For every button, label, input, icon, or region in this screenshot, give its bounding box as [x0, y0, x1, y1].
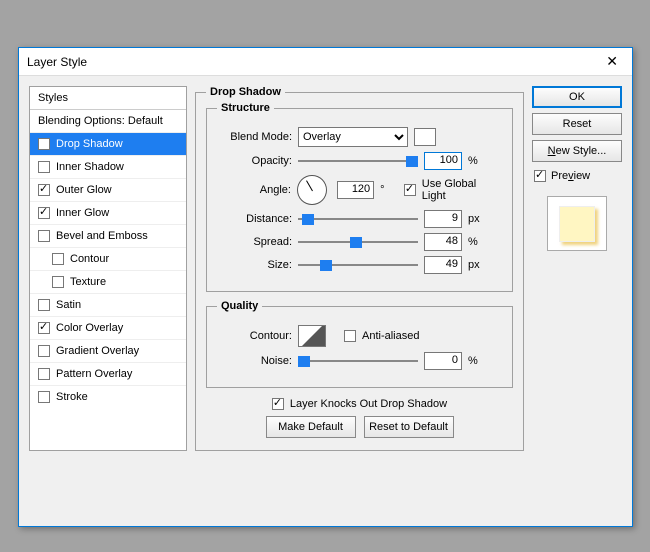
distance-label: Distance:: [217, 213, 292, 225]
reset-default-button[interactable]: Reset to Default: [364, 416, 454, 438]
checkbox-icon[interactable]: [52, 253, 64, 265]
styles-header[interactable]: Styles: [30, 87, 186, 110]
size-unit: px: [468, 259, 486, 271]
checkbox-icon[interactable]: [38, 368, 50, 380]
angle-input[interactable]: 120: [337, 181, 375, 199]
blend-mode-label: Blend Mode:: [217, 131, 292, 143]
main-area: Drop Shadow Structure Blend Mode: Overla…: [195, 86, 524, 451]
window-title: Layer Style: [27, 55, 87, 69]
preview-swatch: [547, 196, 607, 251]
checkbox-icon[interactable]: [38, 161, 50, 173]
noise-label: Noise:: [217, 355, 292, 367]
style-row-contour[interactable]: Contour: [30, 248, 186, 271]
spread-unit: %: [468, 236, 486, 248]
checkbox-icon[interactable]: [38, 322, 50, 334]
angle-dial[interactable]: [297, 175, 327, 205]
preview-checkbox[interactable]: [534, 170, 546, 182]
style-row-bevel-emboss[interactable]: Bevel and Emboss: [30, 225, 186, 248]
checkbox-icon[interactable]: [38, 138, 50, 150]
style-row-inner-glow[interactable]: Inner Glow: [30, 202, 186, 225]
angle-label: Angle:: [217, 184, 291, 196]
color-swatch[interactable]: [414, 128, 436, 146]
checkbox-icon[interactable]: [38, 207, 50, 219]
style-row-pattern-overlay[interactable]: Pattern Overlay: [30, 363, 186, 386]
global-light-checkbox[interactable]: [404, 184, 416, 196]
angle-unit: °: [380, 184, 398, 196]
knockout-checkbox[interactable]: [272, 398, 284, 410]
style-row-gradient-overlay[interactable]: Gradient Overlay: [30, 340, 186, 363]
distance-slider[interactable]: [298, 212, 418, 226]
blend-mode-select[interactable]: Overlay: [298, 127, 408, 147]
preview-inner: [559, 206, 595, 242]
style-row-drop-shadow[interactable]: Drop Shadow: [30, 133, 186, 156]
ok-button[interactable]: OK: [532, 86, 622, 108]
style-row-color-overlay[interactable]: Color Overlay: [30, 317, 186, 340]
global-light-label: Use Global Light: [422, 178, 502, 202]
titlebar: Layer Style ✕: [19, 48, 632, 76]
structure-legend: Structure: [217, 102, 274, 114]
noise-unit: %: [468, 355, 486, 367]
opacity-unit: %: [468, 155, 486, 167]
checkbox-icon[interactable]: [38, 184, 50, 196]
style-row-stroke[interactable]: Stroke: [30, 386, 186, 408]
style-row-outer-glow[interactable]: Outer Glow: [30, 179, 186, 202]
knockout-label: Layer Knocks Out Drop Shadow: [290, 398, 447, 410]
checkbox-icon[interactable]: [38, 391, 50, 403]
checkbox-icon[interactable]: [38, 299, 50, 311]
spread-slider[interactable]: [298, 235, 418, 249]
size-slider[interactable]: [298, 258, 418, 272]
checkbox-icon[interactable]: [38, 230, 50, 242]
spread-label: Spread:: [217, 236, 292, 248]
checkbox-icon[interactable]: [38, 345, 50, 357]
distance-unit: px: [468, 213, 486, 225]
spread-input[interactable]: 48: [424, 233, 462, 251]
right-column: OK Reset New Style... Preview: [532, 86, 622, 451]
layer-style-dialog: Layer Style ✕ Styles Blending Options: D…: [18, 47, 633, 527]
preview-label: Preview: [551, 170, 590, 182]
style-row-satin[interactable]: Satin: [30, 294, 186, 317]
style-row-texture[interactable]: Texture: [30, 271, 186, 294]
styles-panel: Styles Blending Options: Default Drop Sh…: [29, 86, 187, 451]
quality-group: Quality Contour: Anti-aliased Noise: 0 %: [206, 300, 513, 388]
reset-button[interactable]: Reset: [532, 113, 622, 135]
anti-aliased-label: Anti-aliased: [362, 330, 419, 342]
style-row-blending-options[interactable]: Blending Options: Default: [30, 110, 186, 133]
noise-slider[interactable]: [298, 354, 418, 368]
contour-label: Contour:: [217, 330, 292, 342]
make-default-button[interactable]: Make Default: [266, 416, 356, 438]
noise-input[interactable]: 0: [424, 352, 462, 370]
quality-legend: Quality: [217, 300, 262, 312]
checkbox-icon[interactable]: [52, 276, 64, 288]
contour-picker[interactable]: [298, 325, 326, 347]
size-input[interactable]: 49: [424, 256, 462, 274]
close-icon[interactable]: ✕: [600, 53, 624, 70]
anti-aliased-checkbox[interactable]: [344, 330, 356, 342]
style-row-inner-shadow[interactable]: Inner Shadow: [30, 156, 186, 179]
new-style-button[interactable]: New Style...: [532, 140, 622, 162]
structure-group: Structure Blend Mode: Overlay Opacity: 1…: [206, 102, 513, 292]
opacity-slider[interactable]: [298, 154, 418, 168]
drop-shadow-group: Drop Shadow Structure Blend Mode: Overla…: [195, 86, 524, 451]
opacity-label: Opacity:: [217, 155, 292, 167]
drop-shadow-legend: Drop Shadow: [206, 86, 285, 98]
size-label: Size:: [217, 259, 292, 271]
opacity-input[interactable]: 100: [424, 152, 462, 170]
distance-input[interactable]: 9: [424, 210, 462, 228]
